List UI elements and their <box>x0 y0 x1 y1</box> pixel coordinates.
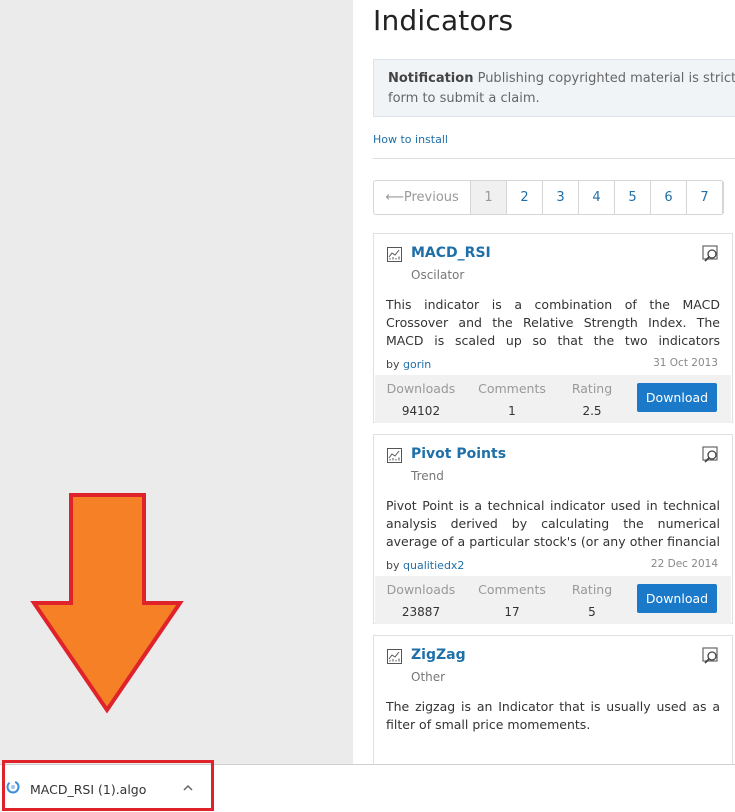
comments-stat: Comments 1 <box>466 378 558 422</box>
notification-text: Publishing copyrighted material is stric… <box>477 71 735 86</box>
rating-label: Rating <box>571 381 613 396</box>
downloads-stat: Downloads 94102 <box>375 378 467 422</box>
rating-value: 5 <box>588 605 596 619</box>
pagination: ⟵Previous 1 2 3 4 5 6 7 <box>373 180 724 215</box>
divider <box>373 158 735 159</box>
notification-banner: Notification Publishing copyrighted mate… <box>373 59 735 117</box>
notification-text-2: form to submit a claim. <box>388 91 540 106</box>
author-line: by gorin <box>386 358 431 371</box>
how-to-install-link[interactable]: How to install <box>373 133 448 146</box>
rating-stat: Rating 5 <box>557 579 627 623</box>
publish-date: 22 Dec 2014 <box>650 558 718 570</box>
download-button[interactable]: Download <box>637 584 717 613</box>
comments-stat: Comments 17 <box>466 579 558 623</box>
author-link[interactable]: qualitiedx2 <box>403 559 464 572</box>
indicator-name-link[interactable]: ZigZag <box>411 647 466 663</box>
page-1-button[interactable]: 1 <box>471 181 507 214</box>
downloads-label: Downloads <box>386 582 456 597</box>
arrow-down-icon <box>30 493 184 714</box>
main-content: Indicators Notification Publishing copyr… <box>353 0 735 764</box>
chart-icon <box>387 247 402 262</box>
indicator-card: MACD_RSI Oscilator This indicator is a c… <box>373 233 733 423</box>
indicator-name-link[interactable]: Pivot Points <box>411 446 506 462</box>
indicator-category: Other <box>411 670 446 684</box>
download-button[interactable]: Download <box>637 383 717 412</box>
comments-label: Comments <box>478 582 546 597</box>
downloads-label: Downloads <box>386 381 456 396</box>
author-link[interactable]: gorin <box>403 358 431 371</box>
downloads-stat: Downloads 23887 <box>375 579 467 623</box>
by-label: by <box>386 559 400 572</box>
page-3-button[interactable]: 3 <box>543 181 579 214</box>
indicator-category: Oscilator <box>411 268 465 282</box>
comments-count: 1 <box>508 404 516 418</box>
indicator-description: This indicator is a combination of the M… <box>386 297 720 352</box>
highlight-box <box>2 760 214 811</box>
indicator-name-link[interactable]: MACD_RSI <box>411 245 491 261</box>
indicator-description: The zigzag is an Indicator that is usual… <box>386 699 720 732</box>
page-6-button[interactable]: 6 <box>651 181 687 214</box>
stats-bar: Downloads 23887 Comments 17 Rating 5 Dow… <box>375 576 731 624</box>
downloads-count: 94102 <box>401 404 441 418</box>
chart-icon <box>387 649 402 664</box>
page-2-button[interactable]: 2 <box>507 181 543 214</box>
zoom-icon[interactable] <box>702 647 720 665</box>
indicator-card: ZigZag Other The zigzag is an Indicator … <box>373 635 733 764</box>
chart-icon <box>387 448 402 463</box>
publish-date: 31 Oct 2013 <box>653 357 718 369</box>
comments-count: 17 <box>504 605 520 619</box>
notification-label: Notification <box>388 71 474 86</box>
rating-label: Rating <box>571 582 613 597</box>
by-label: by <box>386 358 400 371</box>
comments-label: Comments <box>478 381 546 396</box>
previous-page-button[interactable]: ⟵Previous <box>374 181 471 214</box>
downloads-count: 23887 <box>401 605 441 619</box>
rating-value: 2.5 <box>582 404 602 418</box>
zoom-icon[interactable] <box>702 446 720 464</box>
stats-bar: Downloads 94102 Comments 1 Rating 2.5 Do… <box>375 375 731 423</box>
page-title: Indicators <box>373 4 514 37</box>
zoom-icon[interactable] <box>702 245 720 263</box>
indicator-category: Trend <box>411 469 444 483</box>
page-4-button[interactable]: 4 <box>579 181 615 214</box>
page-5-button[interactable]: 5 <box>615 181 651 214</box>
indicator-card: Pivot Points Trend Pivot Point is a tech… <box>373 434 733 624</box>
rating-stat: Rating 2.5 <box>557 378 627 422</box>
indicator-description: Pivot Point is a technical indicator use… <box>386 498 720 553</box>
page-7-button[interactable]: 7 <box>687 181 723 214</box>
author-line: by qualitiedx2 <box>386 559 464 572</box>
